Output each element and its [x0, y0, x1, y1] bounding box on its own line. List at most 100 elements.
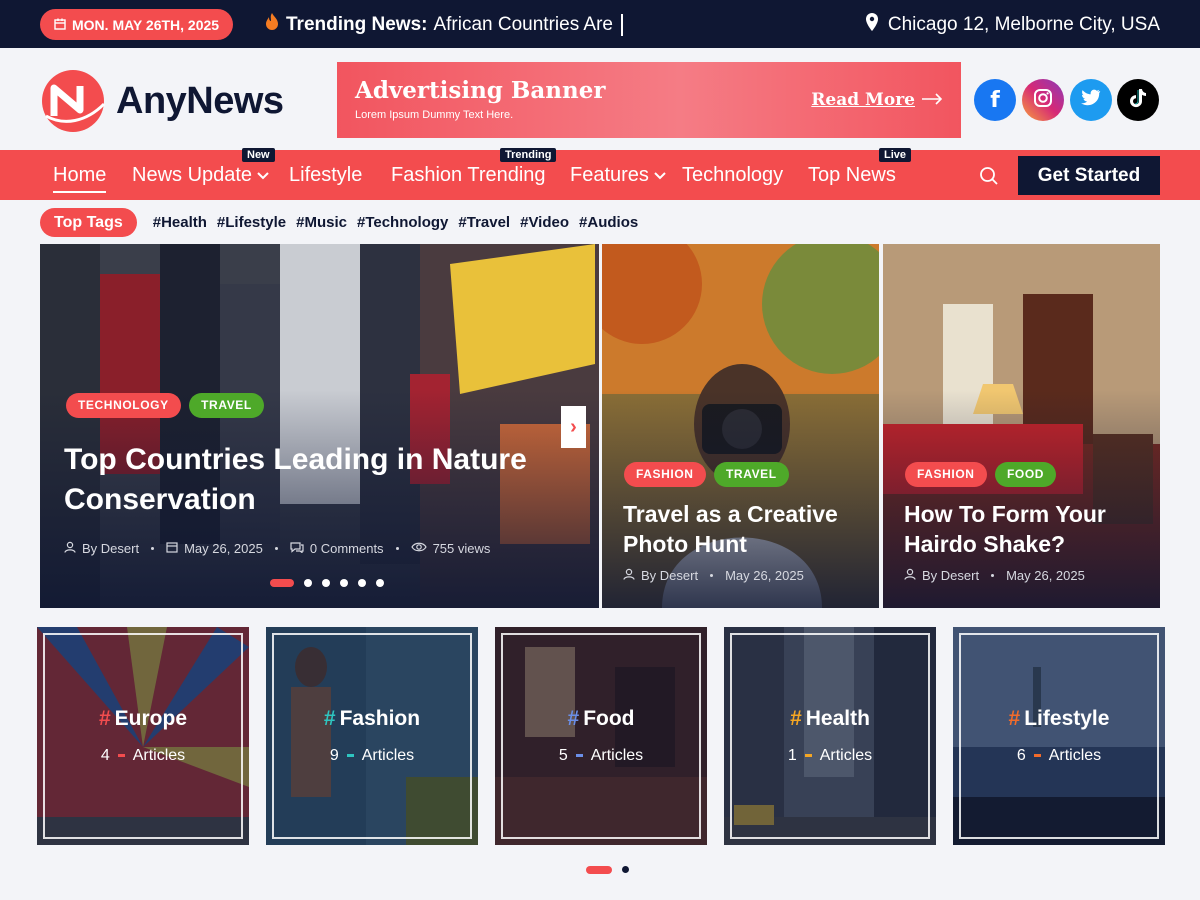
top-tags-label: Top Tags: [40, 208, 137, 237]
ad-read-more-label: Read More: [811, 90, 915, 110]
site-header: AnyNews Advertising Banner Lorem Ipsum D…: [0, 48, 1200, 150]
hero-side-meta: By Desert May 26, 2025: [904, 568, 1085, 583]
date-badge: MON. MAY 26TH, 2025: [40, 9, 234, 40]
hero-main-title[interactable]: Top Countries Leading in Nature Conserva…: [64, 440, 584, 520]
nav-label: Fashion Trending: [391, 164, 546, 186]
category-tile-health[interactable]: # Health 1 Articles: [724, 627, 936, 845]
hero-side-title[interactable]: Travel as a Creative Photo Hunt: [623, 499, 868, 559]
author[interactable]: By Desert: [82, 541, 139, 556]
user-icon: [904, 568, 916, 583]
tag-link[interactable]: #Video: [520, 214, 569, 231]
category-pager-dot[interactable]: [622, 866, 629, 873]
hero-side-meta: By Desert May 26, 2025: [623, 568, 804, 583]
post-date: May 26, 2025: [1006, 568, 1085, 583]
instagram-button[interactable]: [1022, 79, 1064, 121]
dash-icon: [346, 754, 354, 758]
trending-headline[interactable]: African Countries Are: [433, 14, 613, 36]
slider-dot-active[interactable]: [270, 579, 294, 587]
hash-icon: #: [98, 707, 111, 730]
twitter-icon: [1081, 89, 1101, 111]
author[interactable]: By Desert: [641, 568, 698, 583]
category-chip[interactable]: FASHION: [624, 462, 706, 487]
nav-item-features[interactable]: Features: [570, 164, 667, 187]
slider-dot[interactable]: [322, 579, 330, 587]
hero-side-card[interactable]: FASHION TRAVEL Travel as a Creative Phot…: [602, 244, 879, 608]
date-text: MON. MAY 26TH, 2025: [72, 16, 220, 33]
slider-dot[interactable]: [340, 579, 348, 587]
author[interactable]: By Desert: [922, 568, 979, 583]
location: Chicago 12, Melborne City, USA: [864, 12, 1160, 38]
category-chip[interactable]: TECHNOLOGY: [66, 393, 181, 418]
search-button[interactable]: [979, 166, 999, 186]
fire-icon: [264, 12, 280, 38]
category-tile-food[interactable]: # Food 5 Articles: [495, 627, 707, 845]
category-tile-europe[interactable]: # Europe 4 Articles: [37, 627, 249, 845]
nav-label: Top News: [808, 164, 896, 186]
category-tile-lifestyle[interactable]: # Lifestyle 6 Articles: [953, 627, 1165, 845]
advertising-banner[interactable]: Advertising Banner Lorem Ipsum Dummy Tex…: [337, 62, 961, 138]
hero-side-title[interactable]: How To Form Your Hairdo Shake?: [904, 499, 1149, 559]
category-count: 1 Articles: [787, 747, 873, 764]
slider-next-button[interactable]: ›: [561, 406, 586, 448]
facebook-button[interactable]: f: [974, 79, 1016, 121]
hero-main-card[interactable]: TECHNOLOGY TRAVEL Top Countries Leading …: [40, 244, 599, 608]
twitter-button[interactable]: [1070, 79, 1112, 121]
tag-link[interactable]: #Music: [296, 214, 347, 231]
meta-separator: [395, 547, 399, 550]
meta-separator: [151, 547, 155, 550]
tag-link[interactable]: #Travel: [458, 214, 510, 231]
dash-icon: [117, 754, 125, 758]
ad-read-more-link[interactable]: Read More: [811, 90, 943, 110]
category-tile-fashion[interactable]: # Fashion 9 Articles: [266, 627, 478, 845]
trending-ticker[interactable]: Trending News: African Countries Are: [264, 12, 623, 38]
nav-label: News Update: [132, 164, 253, 186]
nav-label: Features: [570, 164, 649, 186]
meta-separator: [274, 547, 278, 550]
slider-dot[interactable]: [376, 579, 384, 587]
category-count: 6 Articles: [1016, 747, 1102, 764]
category-chip[interactable]: FOOD: [995, 462, 1057, 487]
nav-item-lifestyle[interactable]: Lifestyle: [289, 164, 362, 187]
tiktok-button[interactable]: [1117, 79, 1159, 121]
meta-separator: [991, 574, 995, 577]
category-pager-dot-active[interactable]: [586, 866, 612, 874]
comments-count[interactable]: 0 Comments: [310, 541, 384, 556]
category-name: # Lifestyle: [1008, 707, 1110, 730]
nav-item-fashion-trending[interactable]: Fashion Trending: [391, 164, 546, 187]
slider-dot[interactable]: [304, 579, 312, 587]
category-chip[interactable]: FASHION: [905, 462, 987, 487]
hash-icon: #: [567, 707, 580, 730]
top-tags-bar: Top Tags #Health #Lifestyle #Music #Tech…: [40, 208, 638, 237]
get-started-button[interactable]: Get Started: [1018, 156, 1160, 195]
tile-frame: [730, 633, 930, 839]
chip-row: FASHION FOOD: [905, 462, 1060, 487]
chip-row: TECHNOLOGY TRAVEL: [66, 393, 268, 418]
user-icon: [64, 541, 76, 556]
calendar-icon: [166, 541, 178, 556]
trending-label: Trending News:: [286, 14, 428, 35]
instagram-icon: [1033, 88, 1053, 113]
map-pin-icon: [864, 12, 880, 38]
category-count: 4 Articles: [100, 747, 186, 764]
tile-frame: [501, 633, 701, 839]
site-logo[interactable]: AnyNews: [40, 70, 284, 132]
tag-link[interactable]: #Audios: [579, 214, 638, 231]
slider-dot[interactable]: [358, 579, 366, 587]
tag-link[interactable]: #Lifestyle: [217, 214, 286, 231]
new-badge: New: [242, 148, 275, 162]
tiktok-icon: [1129, 88, 1147, 113]
nav-item-home[interactable]: Home: [53, 164, 107, 193]
category-chip[interactable]: TRAVEL: [714, 462, 789, 487]
nav-item-technology[interactable]: Technology: [682, 164, 783, 187]
category-chip[interactable]: TRAVEL: [189, 393, 264, 418]
trending-badge: Trending: [500, 148, 557, 162]
hero-side-card[interactable]: FASHION FOOD How To Form Your Hairdo Sha…: [883, 244, 1160, 608]
nav-item-news-update[interactable]: News Update: [132, 164, 270, 187]
tag-link[interactable]: #Health: [153, 214, 207, 231]
nav-label: Lifestyle: [289, 164, 363, 186]
chevron-down-icon: [653, 164, 667, 187]
nav-item-top-news[interactable]: Top News: [808, 164, 896, 187]
tile-frame: [43, 633, 243, 839]
meta-separator: [710, 574, 714, 577]
tag-link[interactable]: #Technology: [357, 214, 448, 231]
